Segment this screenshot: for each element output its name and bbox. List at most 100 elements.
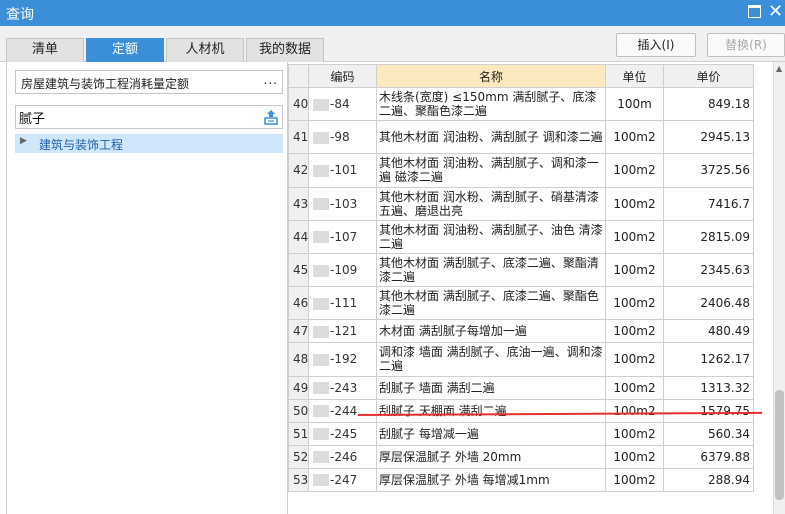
row-index: 48 [288,342,309,377]
row-index: 50 [288,398,309,423]
insert-button[interactable]: 插入(I) [616,33,696,57]
left-panel: 房屋建筑与装饰工程消耗量定额 ... ▶ 建筑与装饰工程 [6,62,288,514]
search-box [15,105,283,129]
table-row[interactable]: 43 -103 其他木材面 润水粉、满刮腻子、硝基清漆五遍、磨退出亮 100m2… [288,186,754,221]
table-row[interactable]: 47 -121 木材面 满刮腻子每增加一遍 100m2 480.49 [288,319,754,344]
title-bar: 查询 ✕ [0,0,785,26]
row-unit: 100m2 [605,398,664,423]
row-index: 51 [288,421,309,446]
row-unit: 100m2 [605,375,664,400]
row-code: -243 [308,375,377,400]
row-code: -103 [308,186,377,221]
maximize-icon[interactable] [748,5,761,18]
expand-arrow-icon[interactable]: ▶ [20,136,27,146]
quota-library-select[interactable]: 房屋建筑与装饰工程消耗量定额 ... [15,70,283,94]
row-index: 45 [288,252,309,288]
table-row[interactable]: 51 -245 刮腻子 每增减一遍 100m2 560.34 [288,421,754,446]
row-unit: 100m2 [605,286,664,321]
row-code: -192 [308,342,377,377]
row-price: 1579.75 [663,398,754,423]
tab-my-data[interactable]: 我的数据 [246,38,324,62]
more-button[interactable]: ... [264,73,278,87]
header-code[interactable]: 编码 [308,64,377,88]
scroll-thumb[interactable] [775,390,784,500]
search-input[interactable] [19,108,257,126]
table-row[interactable]: 41 -98 其他木材面 润油粉、满刮腻子 调和漆二遍 100m2 2945.1… [288,120,754,155]
row-name: 刮腻子 天棚面 满刮二遍 [376,398,606,423]
row-index: 43 [288,186,309,221]
row-name: 厚层保温腻子 外墙 每增减1mm [376,467,606,492]
tree-item-construction[interactable]: ▶ 建筑与装饰工程 [15,134,283,153]
row-name: 其他木材面 满刮腻子、底漆二遍、聚酯色漆二遍 [376,286,606,321]
results-grid: 编码 名称 单位 单价 40 -84 木线条(宽度) ≤150mm 满刮腻子、底… [288,62,773,514]
row-index: 44 [288,219,309,254]
row-name: 木材面 满刮腻子每增加一遍 [376,319,606,344]
close-icon[interactable]: ✕ [768,1,785,23]
table-row[interactable]: 52 -246 厚层保温腻子 外墙 20mm 100m2 6379.88 [288,444,754,469]
table-row[interactable]: 49 -243 刮腻子 墙面 满刮二遍 100m2 1313.32 [288,375,754,400]
row-unit: 100m2 [605,153,664,188]
row-code: -107 [308,219,377,254]
row-code: -246 [308,444,377,469]
table-row[interactable]: 48 -192 调和漆 墙面 满刮腻子、底油一遍、调和漆二遍 100m2 126… [288,342,754,377]
table-row[interactable]: 53 -247 厚层保温腻子 外墙 每增减1mm 100m2 288.94 [288,467,754,492]
row-code: -84 [308,86,377,122]
row-code: -247 [308,467,377,492]
row-unit: 100m2 [605,219,664,254]
tab-quota[interactable]: 定额 [86,38,164,62]
row-unit: 100m2 [605,444,664,469]
row-name: 刮腻子 每增减一遍 [376,421,606,446]
row-index: 49 [288,375,309,400]
tab-toolbar: 清单 定额 人材机 我的数据 插入(I) 替换(R) [0,26,785,62]
row-price: 480.49 [663,319,754,344]
row-code: -109 [308,252,377,288]
row-price: 1313.32 [663,375,754,400]
header-price[interactable]: 单价 [663,64,754,88]
row-name: 刮腻子 墙面 满刮二遍 [376,375,606,400]
tab-labor-material-machine[interactable]: 人材机 [166,38,244,62]
row-unit: 100m2 [605,120,664,155]
row-name: 厚层保温腻子 外墙 20mm [376,444,606,469]
row-unit: 100m2 [605,342,664,377]
row-index: 53 [288,467,309,492]
row-name: 调和漆 墙面 满刮腻子、底油一遍、调和漆二遍 [376,342,606,377]
header-index [288,64,309,88]
row-price: 6379.88 [663,444,754,469]
row-code: -111 [308,286,377,321]
row-code: -98 [308,120,377,155]
row-price: 2345.63 [663,252,754,288]
tab-bill[interactable]: 清单 [6,38,84,62]
row-unit: 100m2 [605,252,664,288]
scroll-up-icon[interactable]: ▲ [776,64,782,73]
row-code: -245 [308,421,377,446]
row-index: 41 [288,120,309,155]
row-code: -244 [308,398,377,423]
row-index: 42 [288,153,309,188]
results-table: 编码 名称 单位 单价 40 -84 木线条(宽度) ≤150mm 满刮腻子、底… [288,64,754,492]
search-icon[interactable] [264,109,278,125]
replace-button[interactable]: 替换(R) [707,33,785,57]
quota-library-name: 房屋建筑与装饰工程消耗量定额 [21,77,190,91]
row-name: 其他木材面 满刮腻子、底漆二遍、聚酯清漆二遍 [376,252,606,288]
vertical-scrollbar[interactable]: ▲ [773,62,785,514]
row-index: 40 [288,86,309,122]
table-row-highlighted[interactable]: 50 -244 刮腻子 天棚面 满刮二遍 100m2 1579.75 [288,398,754,423]
row-name: 其他木材面 润油粉、满刮腻子、油色 清漆二遍 [376,219,606,254]
tree-item-label: 建筑与装饰工程 [39,138,124,152]
row-price: 849.18 [663,86,754,122]
row-name: 其他木材面 润油粉、满刮腻子 调和漆二遍 [376,120,606,155]
header-unit[interactable]: 单位 [605,64,664,88]
row-code: -121 [308,319,377,344]
row-price: 7416.7 [663,186,754,221]
row-index: 47 [288,319,309,344]
row-unit: 100m2 [605,186,664,221]
table-row[interactable]: 45 -109 其他木材面 满刮腻子、底漆二遍、聚酯清漆二遍 100m2 234… [288,252,754,288]
header-name[interactable]: 名称 [376,64,606,88]
table-row[interactable]: 42 -101 其他木材面 润油粉、满刮腻子、调和漆一遍 磁漆二遍 100m2 … [288,153,754,188]
row-price: 2406.48 [663,286,754,321]
table-row[interactable]: 46 -111 其他木材面 满刮腻子、底漆二遍、聚酯色漆二遍 100m2 240… [288,286,754,321]
row-name: 木线条(宽度) ≤150mm 满刮腻子、底漆二遍、聚酯色漆二遍 [376,86,606,122]
table-row[interactable]: 40 -84 木线条(宽度) ≤150mm 满刮腻子、底漆二遍、聚酯色漆二遍 1… [288,86,754,122]
row-index: 46 [288,286,309,321]
table-row[interactable]: 44 -107 其他木材面 润油粉、满刮腻子、油色 清漆二遍 100m2 281… [288,219,754,254]
